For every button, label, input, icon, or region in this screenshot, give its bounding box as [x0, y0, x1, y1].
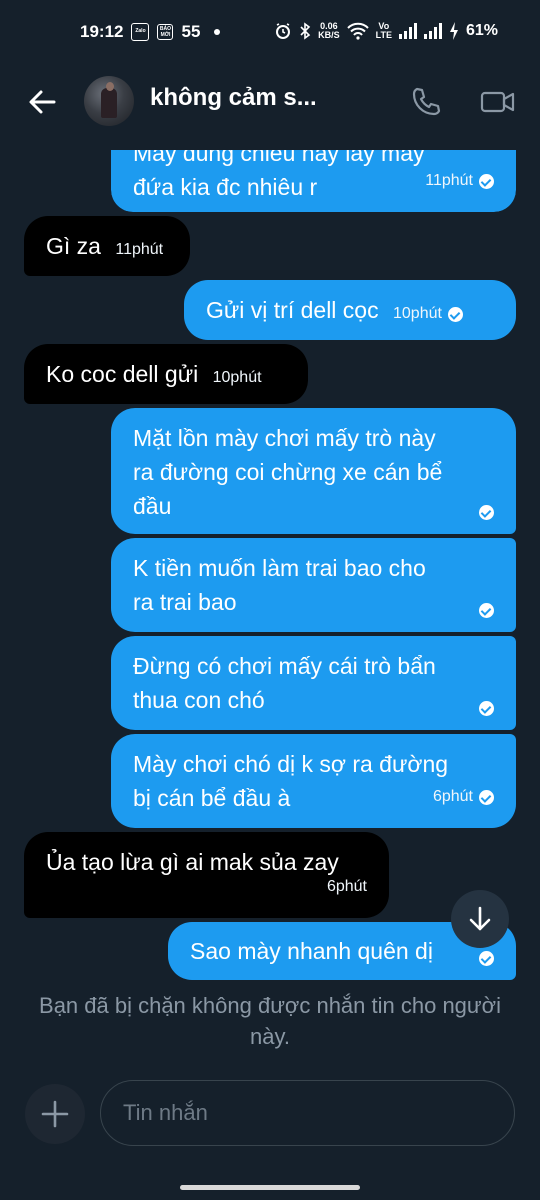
notification-count: 55 [181, 22, 201, 41]
message-meta: 6phút [327, 870, 367, 904]
message-meta: 6phút [433, 780, 494, 814]
zalo-icon: Zalo [131, 23, 150, 41]
read-check-icon [479, 701, 494, 716]
plus-icon [41, 1100, 69, 1128]
status-bar: 19:12 Zalo BÁO MỚI 55 0.06 KB/S Vo LTE 6… [0, 0, 540, 68]
message-bubble-outgoing[interactable]: Gửi vị trí dell cọc 10phút [184, 280, 516, 340]
signal-icon [398, 23, 417, 39]
alarm-icon [276, 23, 291, 39]
signal-icon-2 [423, 23, 442, 39]
message-meta [479, 951, 494, 966]
scroll-to-bottom-button[interactable] [451, 890, 509, 948]
volte-bottom: LTE [375, 30, 392, 40]
message-bubble-outgoing[interactable]: Mặt lồn mày chơi mấy trò này ra đường co… [111, 408, 516, 534]
message-text: K tiền muốn làm trai bao cho ra trai bao [133, 555, 426, 615]
message-text: Ko coc dell gửi [46, 361, 199, 387]
message-time: 11phút [115, 241, 164, 258]
phone-icon [412, 87, 441, 116]
net-speed: 0.06 KB/S [318, 22, 340, 40]
message-meta: 10phút [393, 297, 463, 331]
video-icon [480, 91, 515, 113]
arrow-down-icon [469, 906, 491, 931]
home-indicator[interactable] [180, 1185, 360, 1190]
message-text: Gửi vị trí dell cọc [206, 297, 379, 323]
call-button[interactable] [408, 84, 444, 120]
net-speed-unit: KB/S [318, 30, 340, 40]
contact-name[interactable]: không cảm s... [150, 84, 317, 112]
status-left: 19:12 Zalo BÁO MỚI 55 [80, 22, 221, 42]
message-time: 6phút [326, 878, 367, 895]
message-meta [479, 701, 494, 716]
status-time: 19:12 [80, 22, 124, 41]
bluetooth-icon [300, 22, 311, 40]
avatar-head [106, 82, 114, 91]
message-time: 11phút [425, 172, 473, 189]
more-notifications-dot [214, 29, 221, 35]
back-button[interactable] [24, 84, 60, 120]
message-text: Gì za [46, 233, 101, 259]
wifi-icon [346, 22, 369, 40]
message-bubble-incoming[interactable]: Ủa tạo lừa gì ai mak sủa zay 6phút [24, 832, 389, 918]
read-check-icon [479, 173, 494, 189]
blocked-notice: Bạn đã bị chặn không được nhắn tin cho n… [39, 993, 501, 1049]
message-time: 10phút [393, 305, 442, 322]
avatar-figure [101, 88, 117, 118]
message-time: 6phút [432, 788, 473, 805]
message-time: 10phút [212, 369, 262, 386]
read-check-icon [479, 603, 494, 618]
read-check-icon [479, 505, 494, 520]
message-meta: 10phút [213, 361, 262, 395]
volte-indicator: Vo LTE [376, 22, 392, 40]
message-text: Sao mày nhanh quên dị [190, 938, 433, 964]
read-check-icon [479, 951, 494, 966]
message-bubble-outgoing[interactable]: Đừng có chơi mấy cái trò bẩn thua con ch… [111, 636, 516, 730]
message-text: Đừng có chơi mấy cái trò bẩn thua con ch… [133, 653, 436, 713]
message-text: Ủa tạo lừa gì ai mak sủa zay [46, 849, 339, 875]
message-bubble-outgoing[interactable]: Mày chơi chó dị k sợ ra đường bị cán bể … [111, 734, 516, 828]
add-attachment-button[interactable] [25, 1084, 85, 1144]
message-bubble-outgoing[interactable]: K tiền muốn làm trai bao cho ra trai bao [111, 538, 516, 632]
message-input[interactable]: Tin nhắn [100, 1080, 515, 1146]
charging-icon [449, 22, 458, 40]
read-check-icon [447, 306, 463, 322]
status-right: 0.06 KB/S Vo LTE 61% [274, 22, 498, 40]
message-meta [479, 603, 494, 618]
message-bubble-incoming[interactable]: Gì za 11phút [24, 216, 190, 276]
read-check-icon [479, 789, 494, 805]
avatar[interactable] [84, 76, 134, 126]
conversation-header: không cảm s... [0, 70, 540, 134]
battery-percent: 61% [465, 22, 498, 39]
message-meta: 11phút [425, 164, 494, 198]
baomoi-icon: BÁO MỚI [157, 24, 174, 40]
message-bubble-incoming[interactable]: Ko coc dell gửi 10phút [24, 344, 308, 404]
message-meta: 11phút [115, 233, 163, 267]
message-text: Mặt lồn mày chơi mấy trò này ra đường co… [133, 425, 443, 519]
message-bubble-outgoing[interactable]: Mày dùng chiêu này lấy mấy đứa kia đc nh… [111, 150, 516, 212]
back-arrow-icon [29, 90, 56, 114]
video-call-button[interactable] [478, 84, 518, 120]
message-meta [479, 505, 494, 520]
